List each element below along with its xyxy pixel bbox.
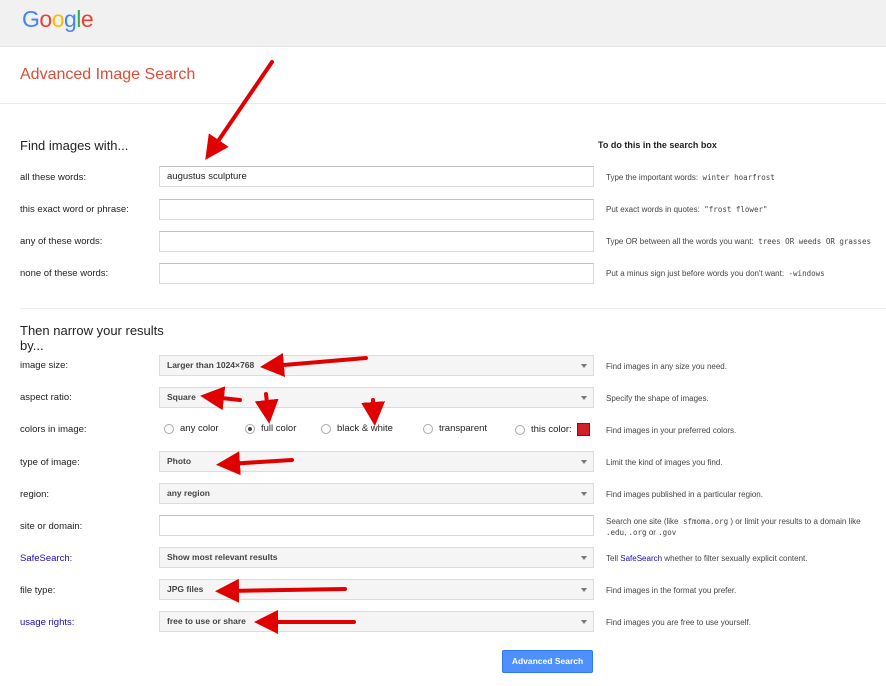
all-words-label: all these words:: [20, 172, 87, 183]
advanced-search-button[interactable]: Advanced Search: [502, 650, 593, 673]
type-of-image-hint: Limit the kind of images you find.: [606, 458, 723, 467]
radio-icon[interactable]: [321, 423, 331, 434]
any-words-input[interactable]: [159, 231, 594, 252]
type-of-image-label: type of image:: [20, 457, 80, 468]
region-select[interactable]: any region: [159, 483, 594, 504]
region-label: region:: [20, 489, 50, 500]
aspect-ratio-select[interactable]: Square: [159, 387, 594, 408]
narrow-section-title: Then narrow your results: [20, 323, 164, 338]
logo-letter: o: [39, 6, 52, 32]
safesearch-hint-link[interactable]: SafeSearch: [620, 554, 662, 563]
dropdown-caret-icon: [581, 588, 587, 592]
google-logo[interactable]: Google: [22, 6, 94, 33]
none-words-label: none of these words:: [20, 268, 109, 279]
divider: [20, 308, 886, 309]
arrow-icon: [205, 60, 274, 160]
exact-phrase-label: this exact word or phrase:: [20, 204, 129, 215]
color-option-any[interactable]: any color: [164, 423, 219, 434]
type-of-image-select[interactable]: Photo: [159, 451, 594, 472]
site-label: site or domain:: [20, 521, 83, 532]
dropdown-caret-icon: [581, 620, 587, 624]
color-swatch[interactable]: [576, 423, 590, 436]
safesearch-hint: Tell SafeSearch whether to filter sexual…: [606, 554, 808, 563]
colors-hint: Find images in your preferred colors.: [606, 426, 737, 435]
usage-rights-link[interactable]: usage rights:: [20, 617, 74, 628]
colors-label: colors in image:: [20, 424, 87, 435]
exact-phrase-hint: Put exact words in quotes: "frost flower…: [606, 205, 768, 214]
all-words-hint: Type the important words: winter hoarfro…: [606, 173, 775, 182]
image-size-label: image size:: [20, 360, 69, 371]
dropdown-caret-icon: [581, 460, 587, 464]
logo-letter: g: [63, 6, 77, 32]
all-words-input[interactable]: augustus sculpture: [159, 166, 594, 187]
file-type-select[interactable]: JPG files: [159, 579, 594, 600]
dropdown-caret-icon: [581, 556, 587, 560]
page-title: Advanced Image Search: [20, 66, 196, 83]
radio-icon[interactable]: [515, 424, 525, 435]
any-words-label: any of these words:: [20, 236, 103, 247]
divider: [0, 103, 886, 104]
safesearch-link[interactable]: SafeSearch:: [20, 553, 72, 564]
logo-letter: e: [80, 6, 94, 32]
none-words-input[interactable]: [159, 263, 594, 284]
radio-icon[interactable]: [164, 423, 174, 434]
site-hint: Search one site (like sfmoma.org ) or li…: [606, 517, 861, 537]
hint-column-title: To do this in the search box: [598, 140, 717, 150]
color-option-bw[interactable]: black & white: [321, 423, 393, 434]
logo-letter: o: [51, 6, 65, 32]
radio-icon[interactable]: [423, 423, 433, 434]
find-section-title: Find images with...: [20, 138, 129, 153]
narrow-section-title-2: by...: [20, 338, 44, 353]
dropdown-caret-icon: [581, 364, 587, 368]
any-words-hint: Type OR between all the words you want: …: [606, 237, 871, 246]
none-words-hint: Put a minus sign just before words you d…: [606, 269, 825, 278]
top-bar: Google: [0, 0, 886, 47]
exact-phrase-input[interactable]: [159, 199, 594, 220]
aspect-ratio-hint: Specify the shape of images.: [606, 394, 709, 403]
file-type-hint: Find images in the format you prefer.: [606, 586, 737, 595]
color-option-this-color[interactable]: this color:: [515, 423, 590, 436]
usage-rights-hint: Find images you are free to use yourself…: [606, 618, 751, 627]
dropdown-caret-icon: [581, 492, 587, 496]
region-hint: Find images published in a particular re…: [606, 490, 763, 499]
color-option-transparent[interactable]: transparent: [423, 423, 487, 434]
logo-letter: G: [22, 6, 40, 32]
dropdown-caret-icon: [581, 396, 587, 400]
color-option-full[interactable]: full color: [245, 423, 296, 434]
safesearch-select[interactable]: Show most relevant results: [159, 547, 594, 568]
aspect-ratio-label: aspect ratio:: [20, 392, 72, 403]
site-input[interactable]: [159, 515, 594, 536]
image-size-hint: Find images in any size you need.: [606, 362, 727, 371]
file-type-label: file type:: [20, 585, 56, 596]
usage-rights-select[interactable]: free to use or share: [159, 611, 594, 632]
image-size-select[interactable]: Larger than 1024×768: [159, 355, 594, 376]
radio-selected-icon[interactable]: [245, 423, 255, 434]
